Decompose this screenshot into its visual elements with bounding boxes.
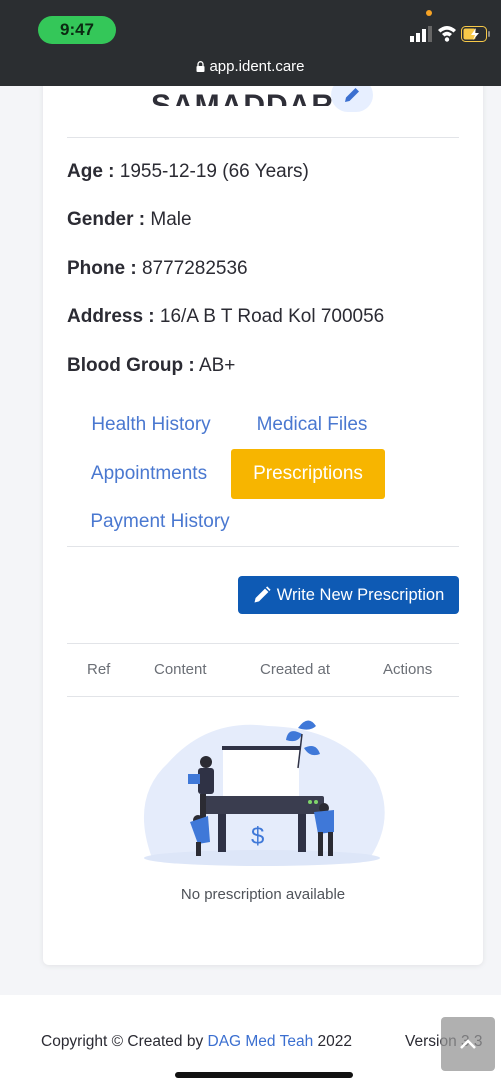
tab-appointments[interactable]: Appointments [86,449,212,499]
clock: 9:47 [38,16,116,44]
tab-medical-files[interactable]: Medical Files [253,400,371,450]
blood-group-row: Blood Group : AB+ [67,355,235,377]
gender-row: Gender : Male [67,209,192,231]
scroll-to-top-button[interactable] [441,1017,495,1071]
blood-group-value: AB+ [198,355,236,376]
tab-prescriptions[interactable]: Prescriptions [231,449,385,499]
url-text: app.ident.care [209,58,305,75]
column-header-ref: Ref [87,661,111,678]
wifi-icon [438,26,456,42]
tab-health-history[interactable]: Health History [86,400,216,450]
address-bar[interactable]: app.ident.care [0,58,501,75]
gender-value: Male [150,209,192,230]
phone-value: 8777282536 [141,258,248,279]
age-label: Age : [67,161,115,182]
home-indicator [175,1072,353,1078]
write-new-prescription-label: Write New Prescription [276,585,445,604]
camera-indicator-icon [426,10,432,16]
address-row: Address : 16/A B T Road Kol 700056 [67,306,384,328]
status-bar: 9:47 app.ident.care [0,0,501,86]
blood-group-label: Blood Group : [67,355,195,376]
column-header-content: Content [154,661,207,678]
pencil-icon [254,586,271,603]
lock-icon [196,61,205,72]
column-header-created-at: Created at [260,661,331,678]
pencil-icon [345,88,359,102]
chevron-up-icon [460,1039,476,1049]
battery-charging-icon [461,26,490,42]
divider [67,643,459,644]
phone-label: Phone : [67,258,137,279]
column-header-actions: Actions [383,661,433,678]
tab-payment-history[interactable]: Payment History [86,497,234,547]
write-new-prescription-button[interactable]: Write New Prescription [238,576,459,614]
copyright-year: 2022 [313,1033,352,1050]
address-value: 16/A B T Road Kol 700056 [159,306,385,327]
age-row: Age : 1955-12-19 (66 Years) [67,161,309,183]
phone-row: Phone : 8777282536 [67,258,248,280]
age-value: 1955-12-19 (66 Years) [119,161,309,182]
footer-copyright: Copyright © Created by DAG Med Teah 2022 [41,1033,352,1051]
address-label: Address : [67,306,155,327]
empty-state-illustration: $ [143,720,385,866]
divider [67,137,459,138]
empty-state-message: No prescription available [180,886,346,903]
signal-icon [410,26,432,42]
copyright-prefix: Copyright © Created by [41,1033,208,1050]
company-link[interactable]: DAG Med Teah [208,1033,314,1050]
svg-text:$: $ [251,823,264,850]
divider [67,546,459,547]
gender-label: Gender : [67,209,146,230]
divider [67,696,459,697]
